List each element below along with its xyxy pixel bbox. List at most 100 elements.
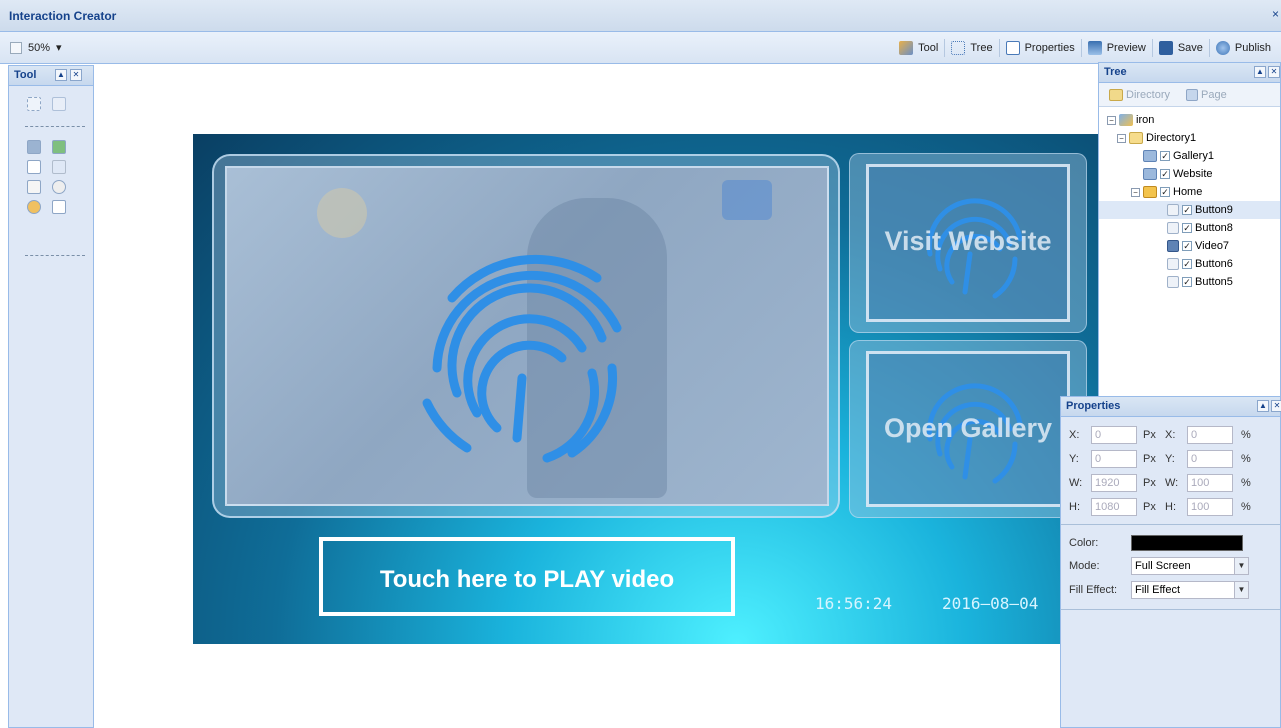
tree-panel-header: Tree ▲ ✕ [1099,63,1280,83]
tree-button[interactable]: Tree [945,39,1000,57]
collapse-icon[interactable]: ▲ [1254,66,1266,78]
color-swatch[interactable] [1131,535,1243,551]
fingerprint-icon [422,254,622,463]
collapse-icon[interactable]: ▲ [1257,400,1269,412]
visibility-checkbox[interactable]: ✓ [1182,277,1192,287]
visibility-checkbox[interactable]: ✓ [1182,205,1192,215]
tool-panel: Tool ▲ ✕ [8,65,94,728]
preview-icon [1087,41,1102,55]
weather-tool-icon[interactable] [27,200,41,214]
tool-button[interactable]: Tool [893,39,946,57]
tree-node[interactable]: − Directory1 [1099,129,1280,147]
button-icon [1167,258,1179,270]
close-icon[interactable]: ✕ [70,69,82,81]
collapse-icon[interactable]: ▲ [55,69,67,81]
mode-select[interactable]: Full Screen ▼ [1131,557,1249,575]
collapse-toggle-icon[interactable]: − [1107,115,1116,125]
tree-node[interactable]: ✓ Website [1099,165,1280,183]
tree-node[interactable]: ✓ Gallery1 [1099,147,1280,165]
properties-button[interactable]: Properties [1000,39,1082,57]
page-tool-icon[interactable] [52,200,66,214]
video-element[interactable] [212,154,840,518]
tool-divider [25,126,85,127]
h-pct-input[interactable]: 100 [1187,498,1233,516]
button-tool-icon[interactable] [27,180,41,194]
hotspot-tool-icon[interactable] [27,97,41,111]
zoom-value: 50% [28,41,51,54]
h-px-input[interactable]: 1080 [1091,498,1137,516]
y-px-input[interactable]: 0 [1091,450,1137,468]
tree-node[interactable]: ✓ Button8 [1099,219,1280,237]
tool-panel-title: Tool [14,69,37,81]
visibility-checkbox[interactable]: ✓ [1160,169,1170,179]
w-pct-input[interactable]: 100 [1187,474,1233,492]
save-icon [1158,41,1173,55]
visibility-checkbox[interactable]: ✓ [1182,223,1192,233]
play-video-button[interactable]: Touch here to PLAY video [319,537,735,616]
button-icon [1167,276,1179,288]
tree-node[interactable]: ✓ Button5 [1099,273,1280,291]
tab-page[interactable]: Page [1186,89,1227,101]
collapse-toggle-icon[interactable]: − [1131,187,1140,197]
tool-icon [899,41,914,55]
design-canvas[interactable]: Visit Website Open Gallery Touch here to… [193,134,1100,644]
shape-tool-icon[interactable] [52,97,66,111]
open-gallery-label: Open Gallery [883,413,1053,443]
visibility-checkbox[interactable]: ✓ [1182,259,1192,269]
properties-divider [1061,524,1280,525]
x-pct-input[interactable]: 0 [1187,426,1233,444]
x-px-input[interactable]: 0 [1091,426,1137,444]
tree-node[interactable]: − iron [1099,111,1280,129]
properties-icon [1005,41,1020,55]
project-icon [1119,114,1133,126]
video-preview [225,166,829,506]
tree-node[interactable]: − ✓ Home [1099,183,1280,201]
publish-button[interactable]: Publish [1210,39,1277,57]
preview-button[interactable]: Preview [1082,39,1153,57]
tool-panel-header: Tool ▲ ✕ [9,66,93,86]
video-tool-icon[interactable] [27,140,41,154]
close-icon[interactable]: × [1272,7,1279,21]
properties-panel: Properties ▲ ✕ X: 0 Px X: 0 % Y: 0 Px Y:… [1060,396,1281,728]
tree-node[interactable]: ✓ Button6 [1099,255,1280,273]
visibility-checkbox[interactable]: ✓ [1160,187,1170,197]
tree-node[interactable]: ✓ Video7 [1099,237,1280,255]
title-bar: Interaction Creator × [0,0,1281,32]
tree-panel: Tree ▲ ✕ Directory Page − iron − Directo… [1098,62,1281,397]
tab-directory[interactable]: Directory [1109,89,1170,101]
tool-divider [25,255,85,256]
page-icon [1143,168,1157,180]
app-title: Interaction Creator [9,9,117,23]
zoom-icon [10,41,22,54]
collapse-toggle-icon[interactable]: − [1117,133,1126,143]
button-icon [1167,204,1179,216]
button-icon [1167,222,1179,234]
clock-date: 2016–08–04 [942,594,1039,613]
y-pct-input[interactable]: 0 [1187,450,1233,468]
save-button[interactable]: Save [1153,39,1210,57]
textbox-tool-icon[interactable] [27,160,41,174]
tree-view: − iron − Directory1 ✓ Gallery1 ✓ Website… [1099,107,1280,291]
tree-icon [951,41,966,55]
clock-tool-icon[interactable] [52,180,66,194]
close-icon[interactable]: ✕ [1268,66,1280,78]
properties-panel-title: Properties [1066,400,1121,412]
visit-website-button[interactable]: Visit Website [849,153,1087,333]
visit-website-label: Visit Website [884,226,1052,256]
close-icon[interactable]: ✕ [1271,400,1281,412]
page-icon [1186,89,1198,101]
properties-divider [1061,609,1280,610]
visibility-checkbox[interactable]: ✓ [1182,241,1192,251]
text-tool-icon[interactable] [52,160,66,174]
folder-icon [1109,89,1123,101]
visibility-checkbox[interactable]: ✓ [1160,151,1170,161]
video-logo-right [722,180,772,220]
image-tool-icon[interactable] [52,140,66,154]
fill-effect-select[interactable]: Fill Effect ▼ [1131,581,1249,599]
tree-node[interactable]: ✓ Button9 [1099,201,1280,219]
home-folder-icon [1143,186,1157,198]
open-gallery-button[interactable]: Open Gallery [849,340,1087,518]
chevron-down-icon: ▾ [56,42,62,54]
zoom-selector[interactable]: 50% ▾ [10,41,62,54]
w-px-input[interactable]: 1920 [1091,474,1137,492]
